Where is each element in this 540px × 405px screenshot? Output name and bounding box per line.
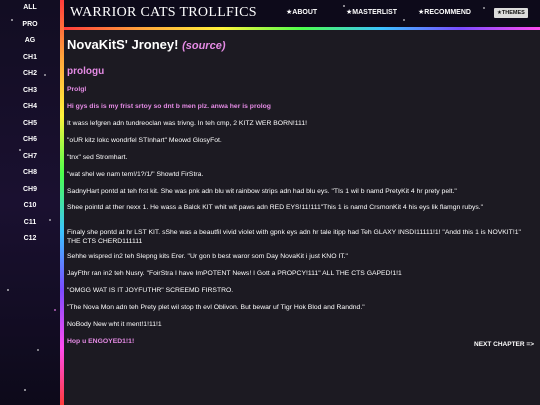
story-paragraph: Hop u ENGOYED1!1! xyxy=(67,338,135,345)
story-paragraph: It wass lefgren adn tundreoclan was triv… xyxy=(67,120,308,127)
sidebar-item-c11[interactable]: C11 xyxy=(0,215,60,232)
story-paragraph: "wat shel we nam tem!/1?/1/" Showtd FirS… xyxy=(67,171,204,178)
sidebar-item-pro[interactable]: PRO xyxy=(0,17,60,34)
story-paragraph: JayFthr ran in2 teh Nusry. "FoirStra I h… xyxy=(67,270,402,277)
chapter-heading: prologu xyxy=(67,66,105,77)
sidebar-rainbow-border xyxy=(60,0,64,405)
sidebar: ALL PRO AG CH1 CH2 CH3 CH4 CH5 CH6 CH7 C… xyxy=(0,0,60,405)
story-paragraph: Prolgl xyxy=(67,86,87,93)
sidebar-item-all[interactable]: ALL xyxy=(0,0,60,17)
nav-masterlist[interactable]: ★MASTERLIST xyxy=(346,8,397,16)
sidebar-nav: ALL PRO AG CH1 CH2 CH3 CH4 CH5 CH6 CH7 C… xyxy=(0,0,60,248)
sidebar-item-c10[interactable]: C10 xyxy=(0,198,60,215)
sidebar-item-ch6[interactable]: CH6 xyxy=(0,132,60,149)
sidebar-item-c12[interactable]: C12 xyxy=(0,231,60,248)
sidebar-item-ch3[interactable]: CH3 xyxy=(0,83,60,100)
page-title: NovaKitS' Jroney! (source) xyxy=(67,37,535,54)
sidebar-item-ch8[interactable]: CH8 xyxy=(0,165,60,182)
sidebar-item-ch4[interactable]: CH4 xyxy=(0,99,60,116)
next-chapter-link[interactable]: NEXT CHAPTER => xyxy=(474,341,534,348)
main-content: NovaKitS' Jroney! (source) prologu Prolg… xyxy=(67,37,535,388)
story-paragraph: Hi gys dis is my frist srtoy so dnt b me… xyxy=(67,103,271,110)
themes-button[interactable]: ★THEMES xyxy=(494,8,528,18)
sidebar-item-ch5[interactable]: CH5 xyxy=(0,116,60,133)
header: WARRIOR CATS TROLLFICS ★ABOUT ★MASTERLIS… xyxy=(64,0,540,27)
sidebar-item-ch2[interactable]: CH2 xyxy=(0,66,60,83)
story-paragraph: Shee pointd at ther nexx 1. He wass a Ba… xyxy=(67,204,484,211)
story-paragraph: "OMGG WAT IS IT JOYFUTHR" SCREEMD FIRSTR… xyxy=(67,287,234,294)
story-paragraph: Finaly she pontd at hr LST KIT. sShe was… xyxy=(67,229,521,245)
nav-about[interactable]: ★ABOUT xyxy=(286,8,317,16)
sidebar-item-ch9[interactable]: CH9 xyxy=(0,182,60,199)
sidebar-item-ag[interactable]: AG xyxy=(0,33,60,50)
story-paragraph: NoBody New wht it ment!1!11!1 xyxy=(67,321,162,328)
story-body: Prolgl Hi gys dis is my frist srtoy so d… xyxy=(67,78,535,388)
sidebar-item-ch1[interactable]: CH1 xyxy=(0,50,60,67)
story-paragraph: "tnx" sed Stromhart. xyxy=(67,154,128,161)
nav-recommend[interactable]: ★RECOMMEND xyxy=(418,8,471,16)
story-paragraph: "The Nova Mon adn teh Prety plet wil sto… xyxy=(67,304,365,311)
story-paragraph: Sehhe wispred in2 teh Slepng kits Erer. … xyxy=(67,253,348,260)
story-paragraph: "oUR kitz lokc wondrfel STInhart" Meowd … xyxy=(67,137,222,144)
story-paragraph: SadnyHart pontd at teh frst kit. She was… xyxy=(67,188,457,195)
sidebar-item-ch7[interactable]: CH7 xyxy=(0,149,60,166)
site-title[interactable]: WARRIOR CATS TROLLFICS xyxy=(70,5,257,21)
header-rainbow-border xyxy=(64,27,540,30)
source-link[interactable]: (source) xyxy=(182,40,225,52)
story-title: NovaKitS' Jroney! xyxy=(67,37,179,52)
